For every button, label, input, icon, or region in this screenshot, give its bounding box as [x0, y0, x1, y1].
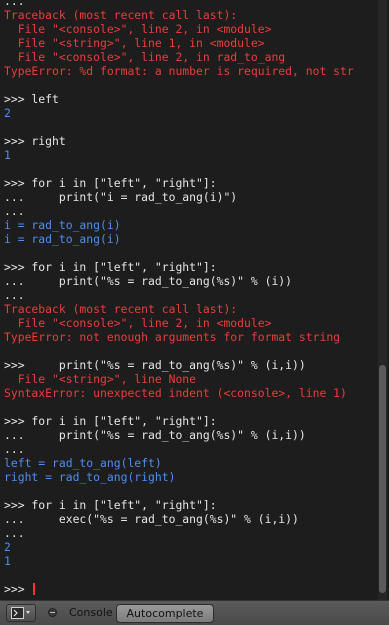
console-line-error: Traceback (most recent call last):: [4, 8, 238, 22]
text-cursor: [33, 583, 36, 595]
autocomplete-button[interactable]: Autocomplete: [116, 604, 214, 623]
console-line-error: File "<console>", line 2, in rad_to_ang: [4, 50, 286, 64]
console-line-output: right = rad_to_ang(right): [4, 470, 176, 484]
console-line-input: ... print("i = rad_to_ang(i)"): [4, 190, 238, 204]
console-line-input: ... print("%s = rad_to_ang(%s)" % (i)): [4, 274, 293, 288]
scrollbar-thumb[interactable]: [379, 365, 386, 593]
console-line-input: ...: [4, 0, 25, 8]
python-console-area[interactable]: ... Traceback (most recent call last): Fi…: [0, 0, 378, 600]
console-menu[interactable]: Console: [69, 606, 113, 619]
console-line-error: TypeError: not enough arguments for form…: [4, 330, 341, 344]
vertical-scrollbar[interactable]: [378, 0, 387, 600]
console-editor-icon: [11, 607, 30, 619]
console-scrollback: ... Traceback (most recent call last): Fi…: [4, 0, 378, 596]
console-line-input: ...: [4, 526, 25, 540]
console-line-output: i = rad_to_ang(i): [4, 232, 121, 246]
console-line-output: 2: [4, 540, 11, 554]
collapse-menu-icon[interactable]: [48, 608, 57, 617]
console-line-error: File "<string>", line None: [4, 372, 197, 386]
console-line-input: >>> for i in ["left", "right"]:: [4, 260, 217, 274]
console-line-output: 2: [4, 106, 11, 120]
console-line-error: SyntaxError: unexpected indent (<console…: [4, 386, 347, 400]
console-line-input: >>> print("%s = rad_to_ang(%s)" % (i,i)): [4, 358, 306, 372]
console-line-error: File "<console>", line 2, in <module>: [4, 316, 272, 330]
console-line-error: Traceback (most recent call last):: [4, 302, 238, 316]
console-line-input: >>> for i in ["left", "right"]:: [4, 176, 217, 190]
console-line-error: File "<string>", line 1, in <module>: [4, 36, 265, 50]
console-line-output: 1: [4, 148, 11, 162]
console-line-input: >>> for i in ["left", "right"]:: [4, 498, 217, 512]
console-line-output: left = rad_to_ang(left): [4, 456, 162, 470]
console-line-output: i = rad_to_ang(i): [4, 218, 121, 232]
console-line-error: File "<console>", line 2, in <module>: [4, 22, 272, 36]
console-line-error: TypeError: %d format: a number is requir…: [4, 64, 354, 78]
console-line-output: 1: [4, 554, 11, 568]
console-header-bar: Console Autocomplete: [0, 600, 389, 625]
console-prompt-line[interactable]: >>>: [4, 582, 378, 596]
console-prompt: >>>: [4, 582, 32, 596]
console-line-input: >>> right: [4, 134, 66, 148]
console-line-input: >>> left: [4, 92, 59, 106]
console-line-input: ...: [4, 442, 25, 456]
editor-type-button[interactable]: [6, 604, 36, 622]
console-line-input: >>> for i in ["left", "right"]:: [4, 414, 217, 428]
console-line-input: ...: [4, 204, 25, 218]
console-line-input: ... print("%s = rad_to_ang(%s)" % (i,i)): [4, 428, 306, 442]
console-line-input: ...: [4, 288, 25, 302]
console-line-input: ... exec("%s = rad_to_ang(%s)" % (i,i)): [4, 512, 299, 526]
